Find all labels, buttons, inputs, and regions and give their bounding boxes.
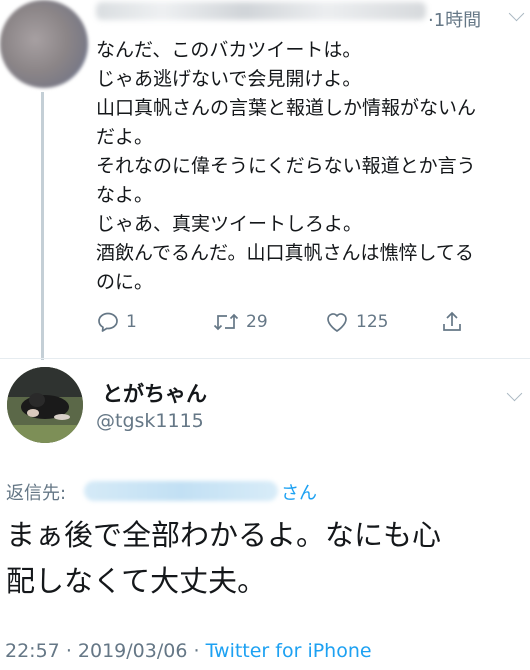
share-icon [443, 311, 461, 331]
avatar[interactable] [0, 0, 88, 88]
tweet-text-line: じゃあ、真実ツイートしろよ。 [96, 213, 363, 235]
like-icon [327, 313, 347, 332]
reply-to-user-link[interactable] [84, 481, 278, 501]
tweet-actions: 1 29 125 [96, 310, 496, 336]
reply-to-suffix[interactable]: さん [281, 479, 317, 505]
reply-to-label: 返信先: [6, 483, 67, 504]
tweet-text: なんだ、このバカツイートは。 じゃあ逃げないで会見開けよ。 山口真帆さんの言葉と… [96, 36, 528, 297]
reply-icon [98, 312, 118, 332]
user-handle[interactable]: @tgsk1115 [96, 410, 204, 432]
like-count: 125 [356, 312, 389, 332]
share-button[interactable] [440, 310, 464, 334]
reply-count: 1 [126, 312, 137, 332]
thread-line [41, 92, 44, 360]
tweet-text: まぁ後で全部わかるよ。なにも心 配しなくて大丈夫。 [6, 512, 526, 604]
separator: · [193, 640, 206, 662]
tweet-text-line: のに。 [96, 271, 154, 293]
tweet-text-line: だよ。 [96, 126, 154, 148]
like-button[interactable]: 125 [324, 310, 388, 334]
tweet-text-line: なよ。 [96, 184, 154, 206]
tweet-text-line: それなのに偉そうにくだらない報道とか言う [96, 155, 476, 177]
avatar-photo [7, 367, 83, 443]
avatar[interactable] [7, 367, 83, 443]
tweet-text-line: 配しなくて大丈夫。 [6, 564, 267, 598]
tweet-text-line: なんだ、このバカツイートは。 [96, 39, 362, 61]
reply-button[interactable]: 1 [96, 310, 137, 334]
tweet-time[interactable]: 22:57 [5, 640, 60, 662]
display-name[interactable]: とがちゃん [102, 378, 207, 408]
tweet-text-line: 酒飲んでるんだ。山口真帆さんは憔悴してる [96, 242, 474, 264]
tweet-time[interactable]: ·1時間 [428, 6, 481, 32]
retweet-button[interactable]: 29 [212, 310, 268, 334]
separator: · [65, 640, 78, 662]
tweet-text-line: じゃあ逃げないで会見開けよ。 [96, 68, 362, 90]
retweet-count: 29 [246, 312, 268, 332]
tweet-text-line: 山口真帆さんの言葉と報道しか情報がないん [96, 97, 477, 119]
blurred-user-name [96, 2, 426, 20]
chevron-down-icon[interactable] [508, 5, 525, 22]
tweet-text-line: まぁ後で全部わかるよ。なにも心 [6, 518, 442, 552]
chevron-down-icon[interactable] [506, 385, 523, 402]
retweet-icon [213, 313, 239, 331]
tweet-date[interactable]: 2019/03/06 [78, 640, 188, 662]
tweet-meta: 22:57 · 2019/03/06 · Twitter for iPhone [5, 640, 372, 662]
divider [0, 358, 530, 359]
tweet-source-link[interactable]: Twitter for iPhone [206, 640, 372, 662]
